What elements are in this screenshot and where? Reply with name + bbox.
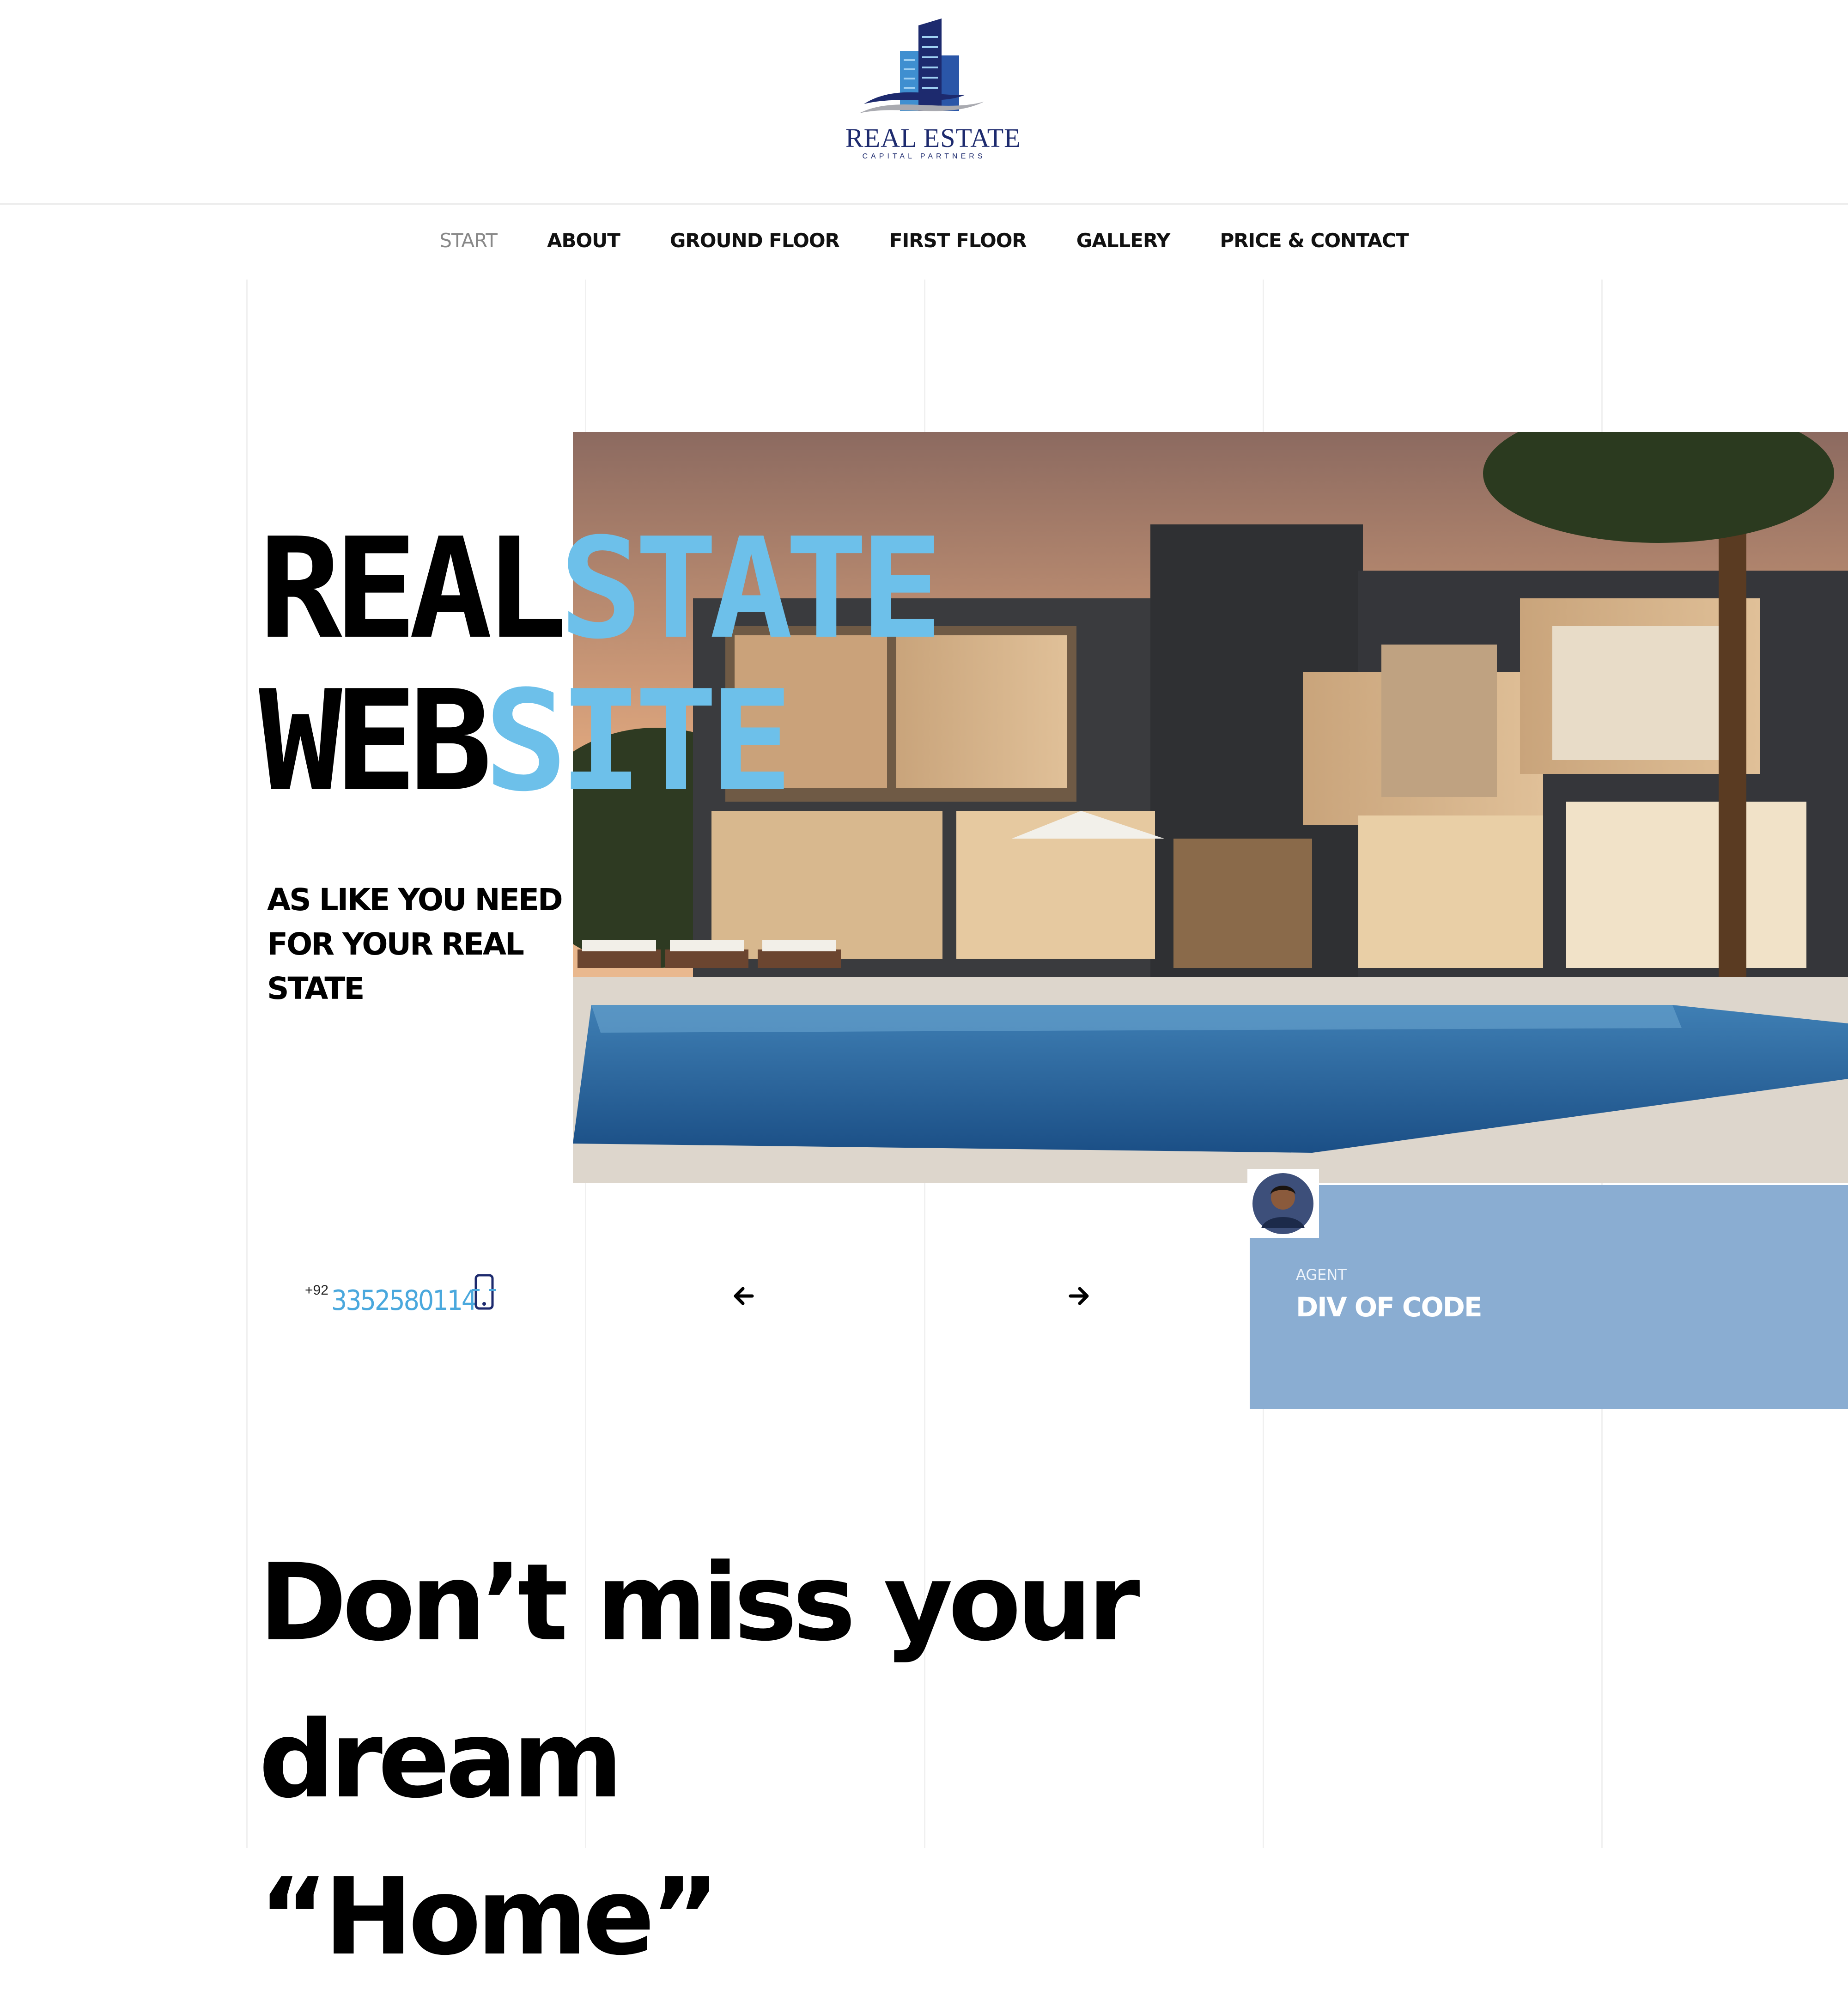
logo-title: REAL ESTATE xyxy=(845,123,1021,153)
nav-item-price-contact[interactable]: PRICE & CONTACT xyxy=(1220,229,1409,252)
main-nav: START ABOUT GROUND FLOOR FIRST FLOOR GAL… xyxy=(0,217,1848,263)
nav-item-start[interactable]: START xyxy=(439,229,498,252)
nav-item-ground-floor[interactable]: GROUND FLOOR xyxy=(670,229,840,252)
arrow-right-icon[interactable] xyxy=(1065,1282,1093,1310)
hero-title: REALSTATE WEBSITE xyxy=(259,513,943,818)
hero-title-state: STATE xyxy=(559,508,943,669)
agent-name: DIV OF CODE xyxy=(1296,1291,1483,1323)
phone-contact[interactable]: +92 3352580114 xyxy=(305,1275,477,1317)
hero-title-real: REAL xyxy=(259,508,567,669)
logo-subtitle: CAPITAL PARTNERS xyxy=(862,152,986,160)
building-logo-icon xyxy=(859,18,984,113)
cta-heading: Don’t miss your dream “Home” xyxy=(259,1525,1460,1996)
phone-number[interactable]: 3352580114 xyxy=(331,1284,477,1317)
hero-title-site: SITE xyxy=(484,661,793,822)
site-logo[interactable]: REAL ESTATE CAPITAL PARTNERS xyxy=(845,18,1021,171)
agent-label: AGENT xyxy=(1296,1266,1347,1284)
arrow-left-icon[interactable] xyxy=(730,1282,758,1310)
grid-line xyxy=(246,280,248,1848)
nav-item-first-floor[interactable]: FIRST FLOOR xyxy=(889,229,1027,252)
agent-avatar[interactable] xyxy=(1247,1169,1319,1238)
phone-country-code: +92 xyxy=(305,1283,328,1298)
nav-item-gallery[interactable]: GALLERY xyxy=(1076,229,1171,252)
hero-tagline: AS LIKE YOU NEED FOR YOUR REAL STATE xyxy=(267,882,563,1006)
hero-title-web: WEB xyxy=(259,661,492,822)
nav-item-about[interactable]: ABOUT xyxy=(547,229,620,252)
cta-line-1: Don’t miss your dream xyxy=(259,1541,1140,1822)
phone-icon[interactable] xyxy=(471,1274,497,1310)
cta-line-2: “Home” xyxy=(259,1856,720,1979)
